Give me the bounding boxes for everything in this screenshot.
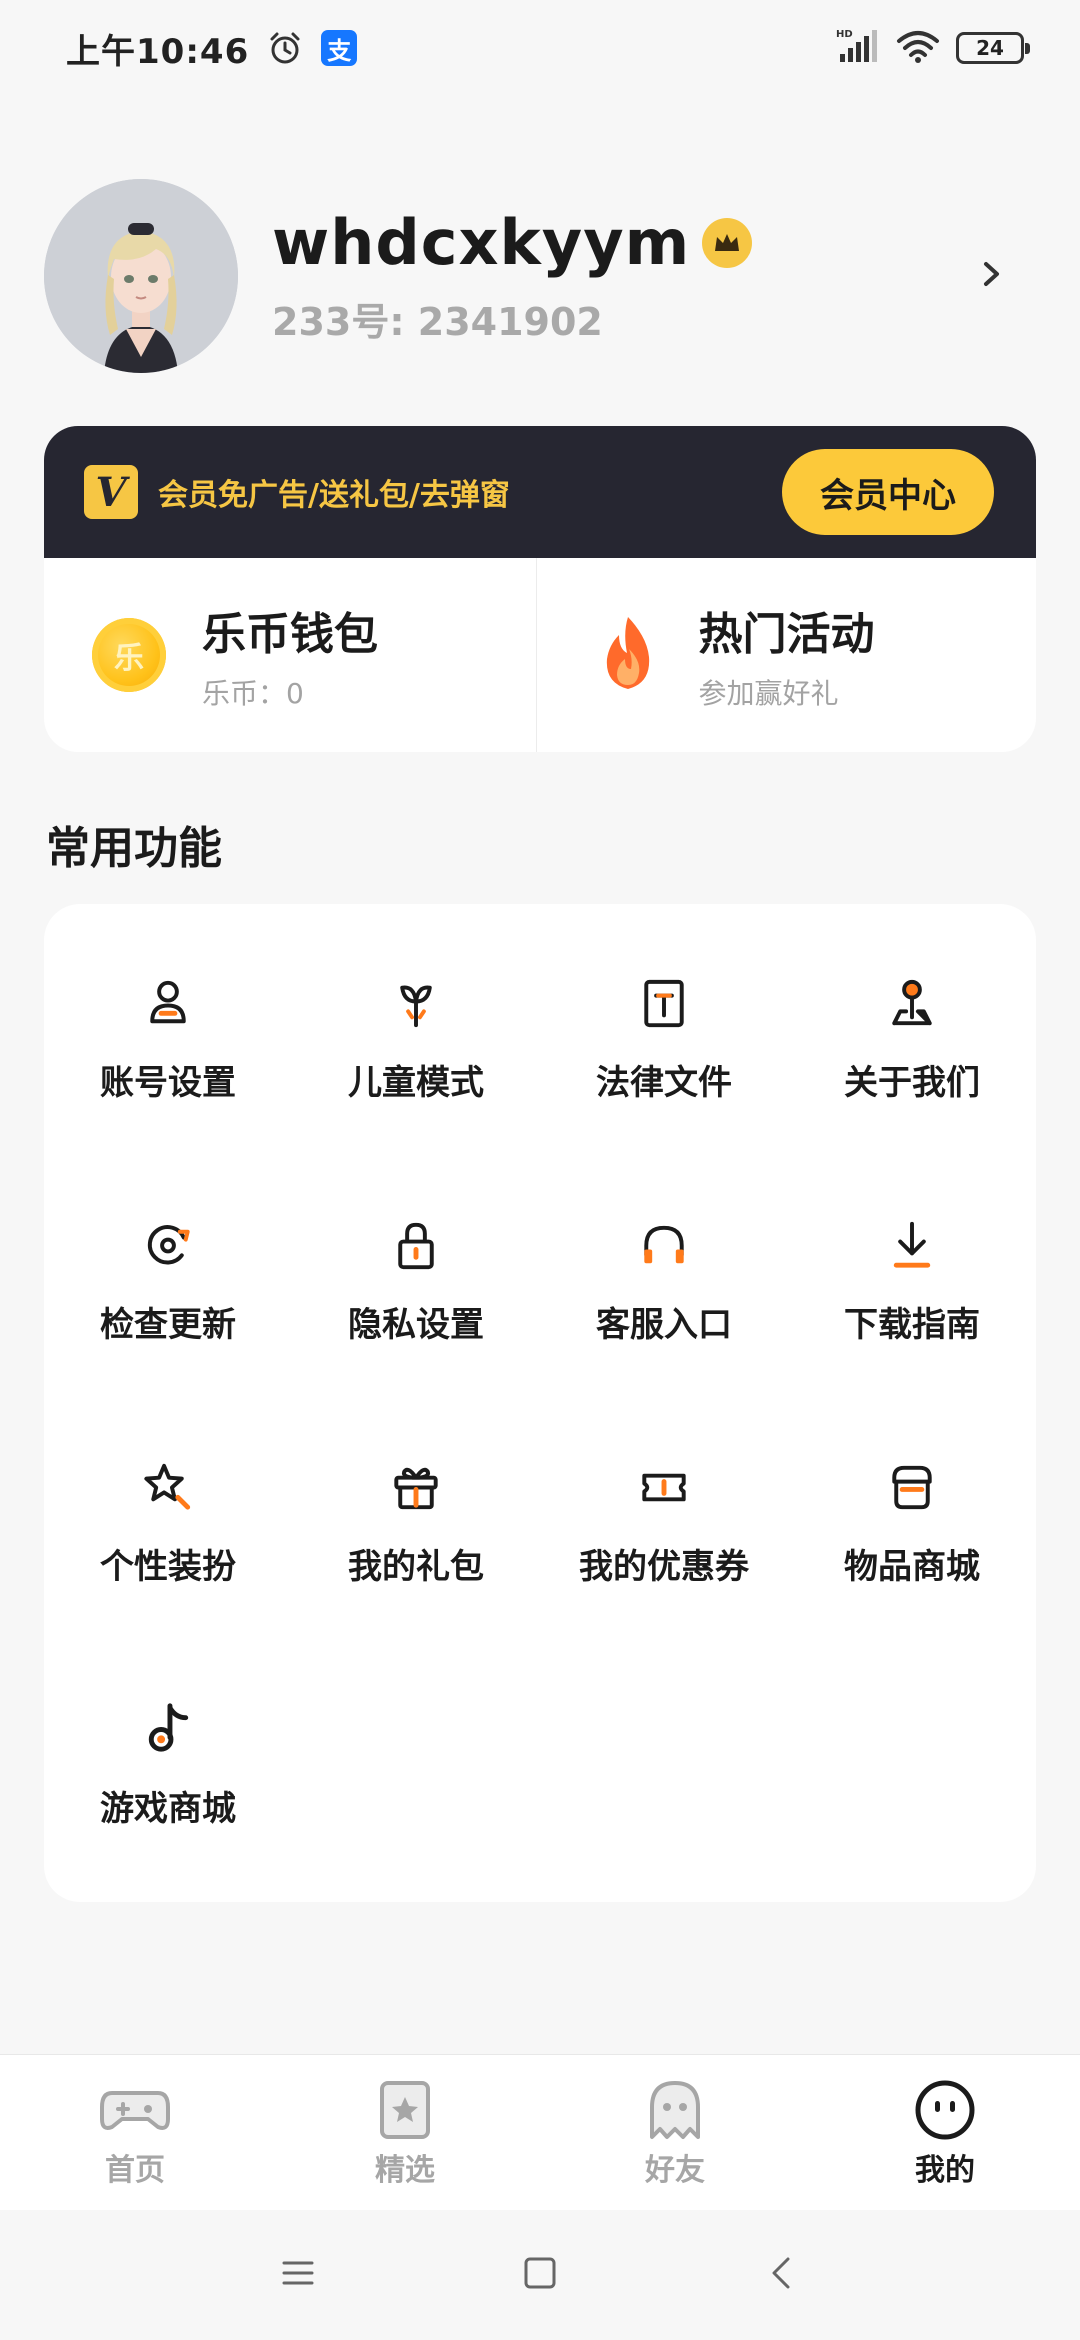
- vip-center-button[interactable]: 会员中心: [782, 449, 994, 535]
- func-label: 法律文件: [596, 1063, 732, 1103]
- star-badge-icon: [380, 2081, 430, 2139]
- hd-signal-icon: HD: [836, 28, 880, 68]
- nav-home[interactable]: 首页: [0, 2055, 270, 2210]
- func-my-coupons[interactable]: 我的优惠券: [540, 1388, 788, 1588]
- activity-subtitle: 参加赢好礼: [698, 677, 839, 710]
- username: whdcxkyym: [272, 206, 691, 279]
- nav-label-text: 我的: [915, 2153, 975, 2188]
- nav-friends[interactable]: 好友: [540, 2055, 810, 2210]
- status-time: 上午10:46: [66, 31, 250, 72]
- crown-icon: [702, 217, 753, 268]
- wallet-title: 乐币钱包: [202, 609, 378, 660]
- func-label: 个性装扮: [100, 1547, 236, 1587]
- coupon-icon: [642, 1473, 686, 1502]
- nav-label: 好友: [645, 2153, 705, 2188]
- section-title: 常用功能: [46, 823, 222, 874]
- func-label: 儿童模式: [348, 1063, 484, 1103]
- func-label: 我的礼包: [348, 1547, 484, 1587]
- gamepad-icon: [100, 2091, 170, 2130]
- system-nav-bar: [0, 2210, 1080, 2340]
- func-game-mall[interactable]: 游戏商城: [44, 1630, 292, 1830]
- user-icon: [150, 980, 186, 1024]
- username-row: whdcxkyym: [272, 206, 753, 279]
- func-label: 游戏商城: [100, 1789, 236, 1829]
- profile-header[interactable]: whdcxkyym 233号: 2341902: [44, 178, 1036, 374]
- profile-screen: 上午10:46 支 HD 24 whdcxkyym 233号: 2341902 …: [0, 0, 1080, 2340]
- activity-entry[interactable]: 热门活动 参加赢好礼: [535, 558, 1037, 752]
- gift-icon: [394, 1467, 438, 1510]
- vip-wallet-card: V 会员免广告/送礼包/去弹窗 会员中心 乐 乐币钱包 乐币：0 热门活动 参加…: [44, 426, 1036, 752]
- refresh-icon: [147, 1225, 190, 1265]
- nav-mine[interactable]: 我的: [810, 2055, 1080, 2210]
- alarm-icon: [267, 30, 303, 66]
- func-label: 隐私设置: [348, 1305, 484, 1345]
- func-label: 客服入口: [596, 1305, 732, 1345]
- menu-icon[interactable]: [280, 2255, 316, 2295]
- func-personal-dressup[interactable]: 个性装扮: [44, 1388, 292, 1588]
- func-label: 下载指南: [844, 1305, 980, 1345]
- func-about-us[interactable]: 关于我们: [788, 904, 1036, 1104]
- battery-icon: 24: [956, 32, 1030, 64]
- alipay-glyph: 支: [321, 30, 358, 66]
- func-download-guide[interactable]: 下载指南: [788, 1146, 1036, 1346]
- location-pin-icon: [892, 979, 932, 1026]
- func-customer-service[interactable]: 客服入口: [540, 1146, 788, 1346]
- battery-level: 24: [976, 36, 1004, 60]
- vip-promo-text: 会员免广告/送礼包/去弹窗: [158, 478, 510, 513]
- wallet-entry[interactable]: 乐 乐币钱包 乐币：0: [44, 558, 536, 752]
- document-icon: [644, 979, 684, 1028]
- ghost-icon: [650, 2081, 700, 2139]
- vip-logo-icon: V: [84, 465, 138, 519]
- bottom-nav: 首页 精选 好友 我的: [0, 2054, 1080, 2210]
- download-icon: [893, 1221, 931, 1268]
- lock-icon: [398, 1222, 434, 1270]
- status-bar: 上午10:46 支 HD 24: [0, 0, 1080, 96]
- func-label: 物品商城: [844, 1547, 980, 1587]
- nav-featured[interactable]: 精选: [270, 2055, 540, 2210]
- activity-title: 热门活动: [698, 609, 875, 660]
- func-item-mall[interactable]: 物品商城: [788, 1388, 1036, 1588]
- func-label: 我的优惠券: [579, 1547, 749, 1587]
- status-right: HD 24: [836, 28, 1030, 68]
- svg-text:HD: HD: [836, 29, 853, 40]
- wallet-row: 乐 乐币钱包 乐币：0 热门活动 参加赢好礼: [44, 558, 1036, 752]
- store-icon: [892, 1465, 932, 1510]
- fire-icon: [593, 613, 663, 697]
- func-label: 关于我们: [844, 1063, 980, 1103]
- smiley-icon: [915, 2080, 975, 2140]
- nav-label: 首页: [105, 2153, 165, 2188]
- nav-label-active: 我的: [915, 2145, 975, 2191]
- alipay-icon: 支: [321, 30, 358, 66]
- sprout-icon: [400, 985, 432, 1028]
- wifi-icon: [896, 28, 940, 68]
- headphones-icon: [644, 1225, 684, 1264]
- profile-text: whdcxkyym 233号: 2341902: [272, 206, 753, 346]
- user-id: 233号: 2341902: [272, 300, 603, 344]
- wallet-info: 乐币钱包 乐币：0: [202, 598, 378, 712]
- music-note-icon: [148, 1703, 189, 1752]
- star-wand-icon: [144, 1463, 191, 1510]
- home-square-icon[interactable]: [522, 2255, 558, 2295]
- func-kids-mode[interactable]: 儿童模式: [292, 904, 540, 1104]
- func-account-settings[interactable]: 账号设置: [44, 904, 292, 1104]
- nav-label: 精选: [375, 2153, 435, 2188]
- activity-info: 热门活动 参加赢好礼: [699, 598, 875, 712]
- chevron-right-icon[interactable]: [980, 256, 1004, 296]
- func-my-gift-pack[interactable]: 我的礼包: [292, 1388, 540, 1588]
- func-label: 检查更新: [100, 1305, 236, 1345]
- func-legal-documents[interactable]: 法律文件: [540, 904, 788, 1104]
- coin-icon: 乐: [92, 618, 166, 692]
- functions-card: 账号设置 儿童模式 法律文件 关于我们 检查更新 隐私设置 客服入口 下载指南 …: [44, 904, 1036, 1902]
- vip-banner[interactable]: V 会员免广告/送礼包/去弹窗 会员中心: [44, 426, 1036, 558]
- func-label: 账号设置: [100, 1063, 236, 1103]
- back-icon[interactable]: [764, 2255, 800, 2295]
- func-check-update[interactable]: 检查更新: [44, 1146, 292, 1346]
- avatar[interactable]: [44, 179, 238, 373]
- wallet-balance: 乐币：0: [202, 677, 304, 710]
- func-privacy-settings[interactable]: 隐私设置: [292, 1146, 540, 1346]
